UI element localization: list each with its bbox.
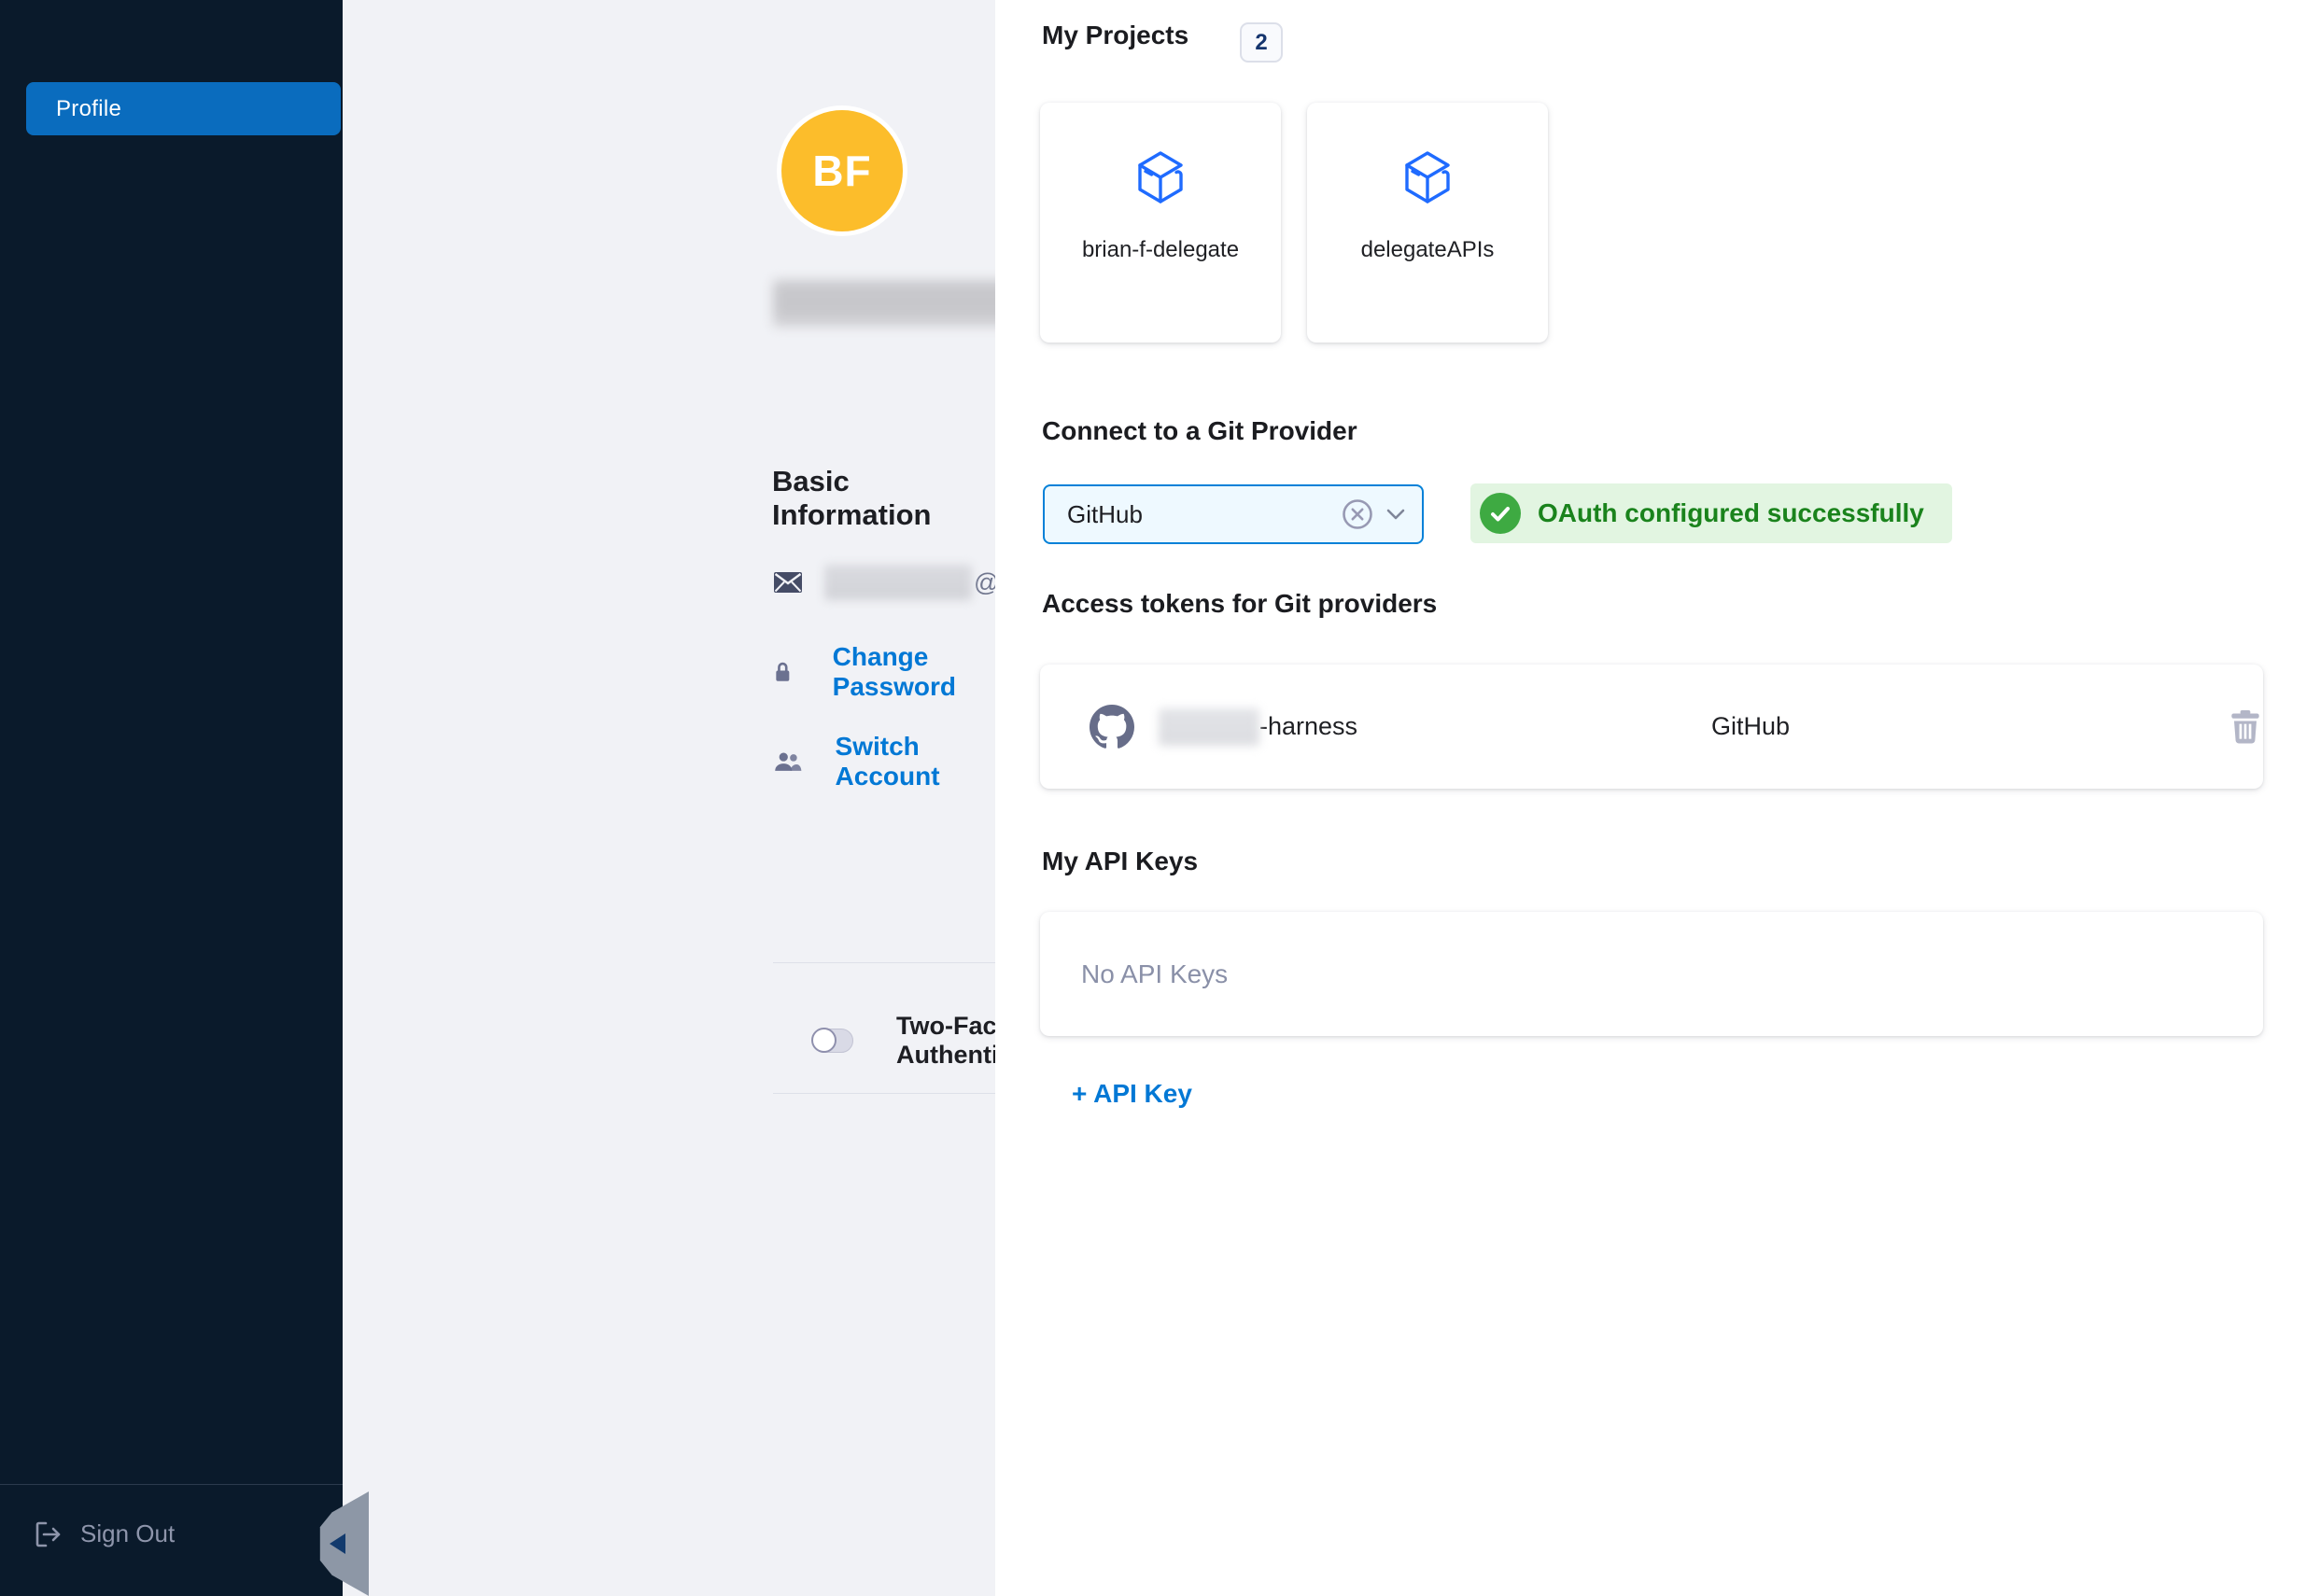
project-card[interactable]: delegateAPIs: [1307, 103, 1548, 343]
project-card[interactable]: brian-f-delegate: [1040, 103, 1281, 343]
chevron-down-icon[interactable]: [1386, 509, 1405, 520]
email-icon: [774, 572, 802, 593]
sidebar-divider: [0, 1484, 343, 1485]
toggle-knob: [811, 1028, 837, 1053]
avatar[interactable]: BF: [777, 105, 907, 236]
api-keys-heading: My API Keys: [1042, 847, 1198, 876]
two-factor-toggle[interactable]: [812, 1029, 853, 1053]
users-icon: [774, 749, 802, 775]
switch-account-link[interactable]: Switch Account: [836, 732, 995, 791]
git-provider-select[interactable]: GitHub: [1043, 484, 1424, 544]
avatar-initials: BF: [812, 146, 871, 196]
project-name: delegateAPIs: [1361, 237, 1495, 263]
sign-out-label: Sign Out: [80, 1519, 175, 1548]
token-name-redacted: [1159, 708, 1259, 746]
success-check-icon: [1480, 493, 1521, 534]
sidebar-collapse-handle[interactable]: [315, 1491, 369, 1596]
git-provider-selected-value: GitHub: [1067, 500, 1342, 529]
token-name-suffix: -harness: [1259, 712, 1357, 741]
collapse-left-arrow-icon: [330, 1533, 345, 1554]
lock-icon: [774, 657, 792, 687]
my-projects-heading: My Projects: [1042, 21, 1188, 50]
sidebar-item-profile-label: Profile: [56, 96, 121, 122]
change-password-link[interactable]: Change Password: [833, 642, 995, 702]
sidebar-item-profile[interactable]: Profile: [26, 82, 341, 135]
sidebar: Profile Sign Out: [0, 0, 343, 1596]
switch-account-row: Switch Account: [774, 732, 995, 791]
harness-profile-page: Profile Sign Out BF Basic Information: [0, 0, 2306, 1596]
profile-panel: BF Basic Information @harness.io C: [343, 0, 995, 1596]
token-provider: GitHub: [1711, 712, 1790, 741]
oauth-status-text: OAuth configured successfully: [1538, 498, 1924, 528]
basic-information-heading: Basic Information: [772, 465, 995, 532]
github-icon: [1090, 705, 1134, 749]
access-token-row: -harness GitHub: [1040, 665, 2263, 789]
api-keys-empty-card: No API Keys: [1040, 912, 2263, 1036]
access-tokens-heading: Access tokens for Git providers: [1042, 589, 1437, 619]
main-content: My Projects 2 brian-f-delegate delegateA…: [995, 0, 2306, 1596]
git-provider-heading: Connect to a Git Provider: [1042, 416, 1357, 446]
project-cube-icon: [1136, 149, 1185, 205]
project-cube-icon: [1403, 149, 1452, 205]
add-api-key-button[interactable]: + API Key: [1072, 1079, 1192, 1109]
projects-count-badge: 2: [1240, 22, 1283, 63]
no-api-keys-text: No API Keys: [1081, 959, 1228, 989]
oauth-status-badge: OAuth configured successfully: [1470, 483, 1952, 543]
clear-selection-icon[interactable]: [1342, 498, 1373, 530]
project-name: brian-f-delegate: [1082, 237, 1239, 263]
change-password-row: Change Password: [774, 642, 995, 702]
delete-token-icon[interactable]: [2230, 710, 2260, 744]
email-local-part-redacted: [824, 565, 972, 600]
sign-out-button[interactable]: Sign Out: [35, 1519, 175, 1548]
sign-out-icon: [35, 1521, 63, 1547]
